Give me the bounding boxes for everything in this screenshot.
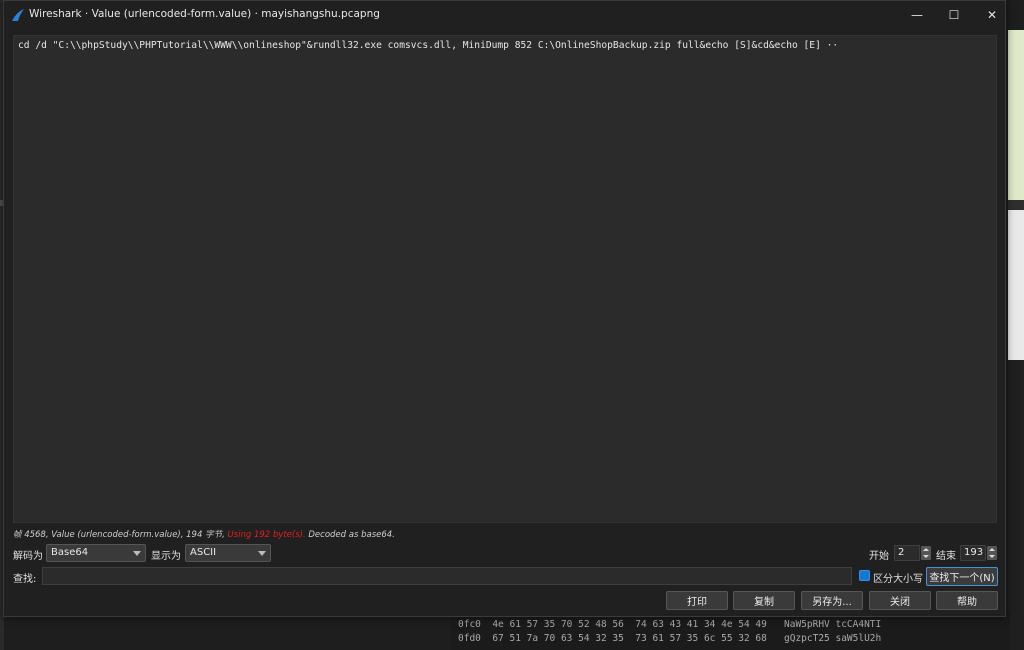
decode-as-select[interactable]: Base64 bbox=[46, 544, 146, 562]
title-bar[interactable]: Wireshark · Value (urlencoded-form.value… bbox=[4, 1, 1005, 29]
value-dialog: Wireshark · Value (urlencoded-form.value… bbox=[3, 0, 1006, 617]
end-stepper-icon[interactable] bbox=[987, 546, 997, 560]
close-button[interactable]: 关闭 bbox=[869, 591, 931, 610]
window-title: Wireshark · Value (urlencoded-form.value… bbox=[29, 8, 380, 20]
find-label: 查找: bbox=[13, 574, 37, 585]
save-as-button[interactable]: 另存为... bbox=[801, 591, 863, 610]
close-icon: ✕ bbox=[986, 8, 998, 22]
background-window-panel-lower bbox=[1008, 210, 1024, 360]
show-as-select[interactable]: ASCII bbox=[185, 544, 271, 562]
start-stepper-icon[interactable] bbox=[921, 546, 931, 560]
hex-row: 0fc0 4e 61 57 35 70 52 48 56 74 63 43 41… bbox=[458, 619, 882, 630]
status-decoded: Decoded as base64. bbox=[308, 530, 395, 540]
background-hex-dump: 0fc0 4e 61 57 35 70 52 48 56 74 63 43 41… bbox=[450, 612, 1010, 650]
print-label: 打印 bbox=[687, 597, 707, 608]
decoded-content-text: cd /d "C:\\phpStudy\\PHPTutorial\\WWW\\o… bbox=[18, 40, 839, 51]
chevron-down-icon bbox=[258, 551, 266, 556]
print-button[interactable]: 打印 bbox=[666, 591, 728, 610]
end-label: 结束 bbox=[936, 551, 956, 562]
decoded-content-view[interactable]: cd /d "C:\\phpStudy\\PHPTutorial\\WWW\\o… bbox=[13, 35, 997, 523]
copy-label: 复制 bbox=[754, 597, 774, 608]
status-warning: Using 192 byte(s). bbox=[227, 530, 306, 540]
find-input[interactable] bbox=[42, 567, 852, 585]
end-value: 193 bbox=[964, 547, 984, 558]
status-frame-info: 帧 4568, Value (urlencoded-form.value), 1… bbox=[13, 530, 225, 540]
help-button[interactable]: 帮助 bbox=[936, 591, 998, 610]
close-window-button[interactable]: ✕ bbox=[972, 1, 1012, 29]
save-as-label: 另存为... bbox=[812, 597, 852, 608]
show-as-value: ASCII bbox=[190, 547, 217, 558]
start-label: 开始 bbox=[869, 551, 889, 562]
maximize-button[interactable]: ☐ bbox=[934, 1, 974, 29]
status-line: 帧 4568, Value (urlencoded-form.value), 1… bbox=[13, 528, 395, 540]
show-as-label: 显示为 bbox=[151, 551, 181, 562]
background-window-dark bbox=[1008, 360, 1024, 650]
case-sensitive-label: 区分大小写 bbox=[873, 574, 923, 585]
start-spinbox[interactable]: 2 bbox=[894, 545, 920, 561]
find-next-button[interactable]: 查找下一个(N) bbox=[926, 567, 998, 586]
minimize-button[interactable]: — bbox=[897, 1, 937, 29]
background-window-divider bbox=[1008, 200, 1024, 210]
hex-row: 0fd0 67 51 7a 70 63 54 32 35 73 61 57 35… bbox=[458, 633, 882, 644]
maximize-icon: ☐ bbox=[948, 8, 960, 22]
help-label: 帮助 bbox=[957, 597, 977, 608]
copy-button[interactable]: 复制 bbox=[733, 591, 795, 610]
wireshark-fin-icon bbox=[12, 9, 24, 21]
background-window-panel bbox=[1008, 30, 1024, 200]
end-spinbox[interactable]: 193 bbox=[960, 545, 986, 561]
chevron-down-icon bbox=[133, 551, 141, 556]
minimize-icon: — bbox=[911, 8, 923, 22]
close-label: 关闭 bbox=[890, 597, 910, 608]
start-value: 2 bbox=[898, 547, 905, 558]
case-sensitive-checkbox[interactable] bbox=[859, 570, 870, 581]
find-next-label: 查找下一个(N) bbox=[929, 573, 995, 584]
decode-as-label: 解码为 bbox=[13, 551, 43, 562]
decode-as-value: Base64 bbox=[51, 547, 89, 558]
